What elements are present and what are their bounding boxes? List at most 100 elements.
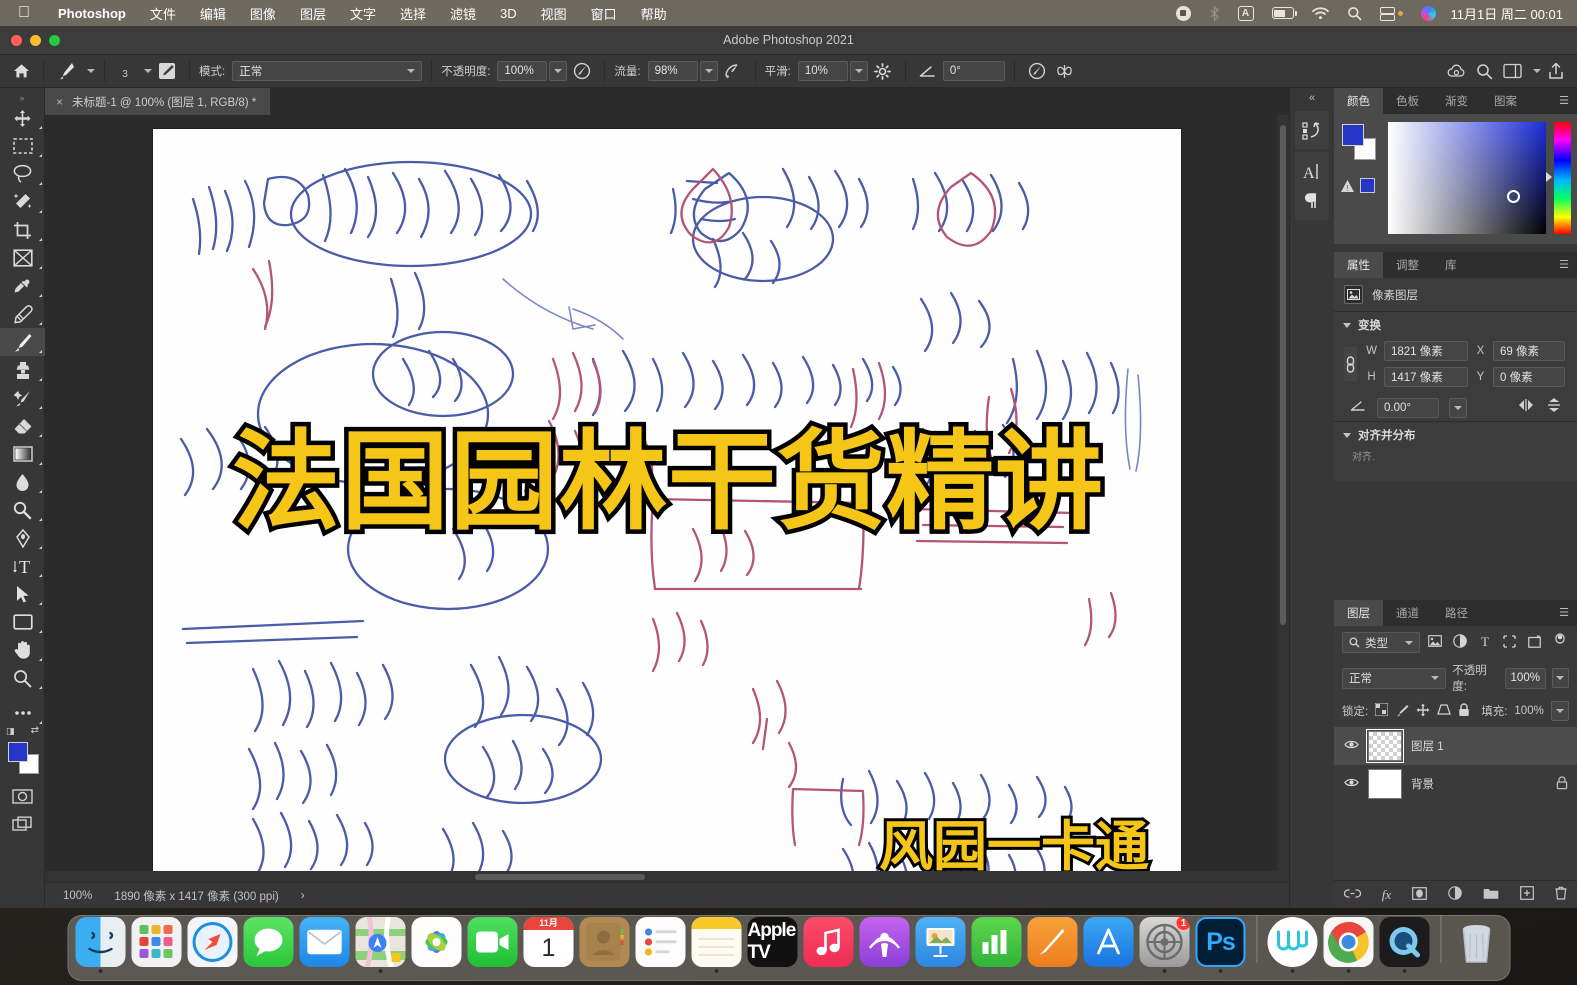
- menu-item-3d[interactable]: 3D: [488, 6, 529, 21]
- dock-item-pages[interactable]: [1027, 917, 1078, 973]
- toolbar-drag-handle[interactable]: »: [0, 92, 44, 104]
- dock-item-finder[interactable]: [75, 917, 126, 973]
- edit-toolbar-tool[interactable]: [0, 699, 45, 727]
- tab-swatches[interactable]: 色板: [1383, 88, 1432, 114]
- pressure-opacity-icon[interactable]: [569, 59, 595, 83]
- status-zoom-level[interactable]: 100%: [63, 890, 92, 902]
- pressure-size-icon[interactable]: [1024, 59, 1050, 83]
- fill-input[interactable]: 100%: [1514, 705, 1543, 717]
- character-icon[interactable]: A: [1295, 156, 1329, 186]
- width-input[interactable]: 1821 像素: [1384, 341, 1468, 361]
- smart-object-filter-icon[interactable]: [1525, 634, 1544, 651]
- system-settings-icon[interactable]: 1: [1139, 917, 1190, 967]
- dock-item-appstore[interactable]: [1083, 917, 1134, 973]
- lock-all-icon[interactable]: [1458, 702, 1470, 720]
- gear-icon[interactable]: [870, 59, 896, 83]
- new-layer-icon[interactable]: [1520, 886, 1535, 903]
- menu-item-filter[interactable]: 滤镜: [438, 4, 488, 23]
- color-panel-swatches[interactable]: !: [1340, 122, 1380, 232]
- tab-properties[interactable]: 属性: [1334, 252, 1383, 278]
- hue-slider[interactable]: [1546, 122, 1571, 234]
- transform-section-header[interactable]: 变换: [1334, 312, 1577, 338]
- lock-position-icon[interactable]: [1416, 703, 1430, 720]
- bluetooth-icon[interactable]: [1200, 5, 1229, 21]
- shape-tool[interactable]: [0, 608, 45, 636]
- workspace-chevron-down-icon[interactable]: [1533, 69, 1541, 73]
- menu-item-select[interactable]: 选择: [388, 4, 438, 23]
- layer-visibility-toggle[interactable]: [1343, 739, 1359, 753]
- minimize-window-button[interactable]: [30, 35, 41, 46]
- color-swatches[interactable]: ◨ ⇄: [0, 725, 45, 782]
- layer-thumbnail[interactable]: [1368, 769, 1402, 799]
- brush-size-value[interactable]: 3: [114, 62, 136, 80]
- tab-color[interactable]: 颜色: [1334, 88, 1383, 114]
- traffic-lights[interactable]: [11, 35, 60, 46]
- menu-item-layer[interactable]: 图层: [288, 4, 338, 23]
- dock-item-keynote[interactable]: [915, 917, 966, 973]
- wifi-icon[interactable]: [1303, 6, 1338, 20]
- move-tool[interactable]: [0, 104, 45, 132]
- airbrush-icon[interactable]: [720, 59, 746, 83]
- close-icon[interactable]: ×: [56, 95, 63, 109]
- dock-item-trash[interactable]: [1451, 917, 1502, 973]
- panel-menu-icon[interactable]: ☰: [1559, 96, 1569, 107]
- layer-blend-mode-select[interactable]: 正常: [1342, 667, 1447, 689]
- panel-menu-icon[interactable]: ☰: [1559, 260, 1569, 271]
- shape-filter-icon[interactable]: [1501, 634, 1520, 651]
- photoshop-icon[interactable]: Ps: [1195, 917, 1246, 967]
- marquee-tool[interactable]: [0, 132, 45, 160]
- menu-item-type[interactable]: 文字: [338, 4, 388, 23]
- height-input[interactable]: 1417 像素: [1384, 367, 1468, 387]
- canvas-area[interactable]: 法国园林干货精讲 风园一卡通: [45, 115, 1289, 882]
- notes-icon[interactable]: [691, 917, 742, 967]
- document-tab[interactable]: × 未标题-1 @ 100% (图层 1, RGB/8) *: [45, 88, 272, 115]
- tab-gradients[interactable]: 渐变: [1432, 88, 1481, 114]
- dock-item-photos[interactable]: [411, 917, 462, 973]
- color-picker-body[interactable]: !: [1334, 114, 1577, 244]
- tab-layers[interactable]: 图层: [1334, 600, 1383, 626]
- music-icon[interactable]: [803, 917, 854, 967]
- status-dimensions[interactable]: 1890 像素 x 1417 像素 (300 ppi): [114, 888, 278, 904]
- contacts-icon[interactable]: [579, 917, 630, 967]
- rotation-input[interactable]: 0.00°: [1377, 397, 1439, 418]
- launchpad-icon[interactable]: [131, 917, 182, 967]
- lock-artboard-icon[interactable]: [1437, 703, 1452, 719]
- crop-tool[interactable]: [0, 216, 45, 244]
- rotation-chevron-down-icon[interactable]: [1449, 397, 1467, 418]
- control-center-icon[interactable]: [1371, 6, 1412, 21]
- share-icon[interactable]: [1543, 59, 1569, 83]
- layer-thumbnail[interactable]: [1366, 729, 1404, 763]
- appletv-icon[interactable]: Apple TV: [747, 917, 798, 967]
- dock-item-music[interactable]: [803, 917, 854, 973]
- lock-transparent-icon[interactable]: [1374, 702, 1389, 719]
- symmetry-butterfly-icon[interactable]: [1052, 59, 1078, 83]
- clone-stamp-tool[interactable]: [0, 356, 45, 384]
- facetime-icon[interactable]: [467, 917, 518, 967]
- dock-item-wps[interactable]: [1267, 917, 1318, 973]
- dock-item-quicktime[interactable]: [1379, 917, 1430, 973]
- web-safe-swatch[interactable]: [1360, 178, 1375, 193]
- lasso-tool[interactable]: [0, 160, 45, 188]
- messages-icon[interactable]: [243, 917, 294, 967]
- eyedropper-tool[interactable]: [0, 272, 45, 300]
- dock-item-notes[interactable]: [691, 917, 742, 973]
- tab-channels[interactable]: 通道: [1383, 600, 1432, 626]
- quick-select-tool[interactable]: [0, 188, 45, 216]
- gamut-warning-row[interactable]: !: [1340, 178, 1375, 193]
- smoothing-chevron-down-icon[interactable]: [849, 61, 868, 81]
- type-tool[interactable]: T: [0, 552, 45, 580]
- layer-row-2[interactable]: 背景: [1334, 765, 1577, 803]
- hand-tool[interactable]: [0, 636, 45, 664]
- layer-filter-select[interactable]: 类型: [1342, 632, 1421, 653]
- layer-row-1[interactable]: 图层 1: [1334, 727, 1577, 765]
- dock-item-chrome[interactable]: [1323, 917, 1374, 973]
- appstore-icon[interactable]: [1083, 917, 1134, 967]
- flow-chevron-down-icon[interactable]: [699, 61, 718, 81]
- foreground-color-swatch[interactable]: [1342, 124, 1364, 146]
- healing-brush-tool[interactable]: [0, 300, 45, 328]
- layer-style-fx-icon[interactable]: fx: [1382, 887, 1391, 903]
- opacity-chevron-down-icon[interactable]: [549, 61, 568, 81]
- search-icon[interactable]: [1471, 59, 1497, 83]
- menu-item-edit[interactable]: 编辑: [188, 4, 238, 23]
- search-icon[interactable]: [1338, 6, 1371, 21]
